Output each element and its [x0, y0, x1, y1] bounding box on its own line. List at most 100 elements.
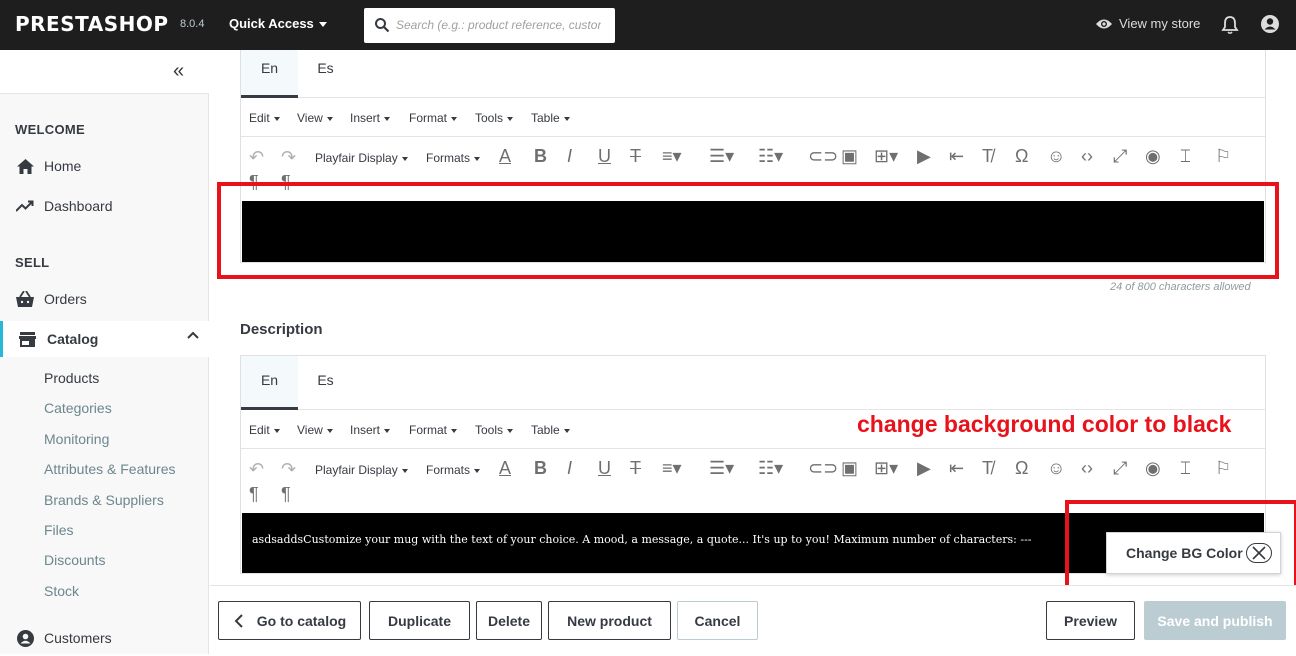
editor-menubar: Edit View Insert Format Tools Table [241, 98, 1265, 137]
preview-eye-icon[interactable]: ◉ [1145, 459, 1161, 477]
search-input[interactable] [396, 16, 601, 34]
strikethrough-icon[interactable]: T [630, 147, 641, 165]
italic-icon[interactable]: I [567, 147, 572, 165]
source-code-icon[interactable]: ‹› [1081, 147, 1093, 165]
undo-icon[interactable]: ↶ [249, 148, 264, 166]
sidebar-subitem-monitoring[interactable]: Monitoring [44, 431, 109, 447]
fullscreen-icon[interactable]: ⤢ [1113, 459, 1127, 477]
bell-icon[interactable] [1221, 15, 1239, 35]
fullscreen-icon[interactable]: ⤢ [1113, 147, 1127, 165]
quick-access-menu[interactable]: Quick Access [229, 16, 327, 31]
tab-en[interactable]: En [241, 50, 298, 98]
menu-tools[interactable]: Tools [475, 111, 514, 125]
go-to-catalog-button[interactable]: Go to catalog [218, 601, 361, 640]
special-char-icon[interactable]: Ω [1015, 147, 1028, 165]
table-icon[interactable]: ⊞▾ [874, 147, 898, 165]
sidebar-subitem-stock[interactable]: Stock [44, 583, 79, 599]
page-break-icon[interactable]: ⌶ [1180, 459, 1191, 477]
user-account-icon[interactable] [1260, 14, 1280, 34]
menu-table[interactable]: Table [531, 111, 570, 125]
sidebar-item-catalog[interactable]: Catalog [0, 321, 209, 357]
italic-icon[interactable]: I [567, 459, 572, 477]
indent-icon[interactable]: ⇤ [949, 459, 964, 477]
special-char-icon[interactable]: Ω [1015, 459, 1028, 477]
new-product-button[interactable]: New product [548, 601, 671, 640]
menu-insert[interactable]: Insert [350, 423, 391, 437]
sidebar-subitem-brands[interactable]: Brands & Suppliers [44, 492, 164, 508]
media-icon[interactable]: ▶ [917, 147, 931, 165]
menu-edit[interactable]: Edit [249, 423, 280, 437]
menu-format[interactable]: Format [409, 423, 458, 437]
link-icon[interactable]: ⊂⊃ [808, 459, 838, 477]
save-and-publish-button[interactable]: Save and publish [1144, 601, 1286, 640]
text-color-icon[interactable]: A [499, 147, 511, 165]
bookmark-icon[interactable]: ⚐ [1215, 147, 1231, 165]
strikethrough-icon[interactable]: T [630, 459, 641, 477]
bookmark-icon[interactable]: ⚐ [1215, 459, 1231, 477]
cancel-button[interactable]: Cancel [677, 601, 758, 640]
tab-en[interactable]: En [241, 356, 298, 410]
sidebar-item-home[interactable]: Home [0, 148, 209, 184]
tab-es[interactable]: Es [298, 50, 353, 98]
clear-format-icon[interactable]: T̸ [982, 147, 993, 165]
change-bg-color-button[interactable]: Change BG Color [1106, 532, 1281, 574]
sidebar-item-orders[interactable]: Orders [0, 281, 209, 317]
bold-icon[interactable]: B [534, 459, 547, 477]
font-family-select[interactable]: Playfair Display [315, 151, 408, 165]
preview-eye-icon[interactable]: ◉ [1145, 147, 1161, 165]
menu-tools[interactable]: Tools [475, 423, 514, 437]
media-icon[interactable]: ▶ [917, 459, 931, 477]
sidebar-item-dashboard[interactable]: Dashboard [0, 188, 209, 224]
ltr-icon[interactable]: ¶ [249, 485, 259, 503]
duplicate-button[interactable]: Duplicate [369, 601, 470, 640]
image-icon[interactable]: ▣ [841, 459, 858, 477]
view-store-link[interactable]: View my store [1095, 16, 1200, 31]
source-code-icon[interactable]: ‹› [1081, 459, 1093, 477]
collapse-icon[interactable]: « [173, 60, 184, 83]
sidebar-subitem-discounts[interactable]: Discounts [44, 552, 105, 568]
menu-table[interactable]: Table [531, 423, 570, 437]
underline-icon[interactable]: U [598, 459, 611, 477]
sidebar-subitem-attributes[interactable]: Attributes & Features [44, 461, 176, 477]
table-icon[interactable]: ⊞▾ [874, 459, 898, 477]
emoji-icon[interactable]: ☺ [1047, 459, 1065, 477]
page-break-icon[interactable]: ⌶ [1180, 147, 1191, 165]
menu-view[interactable]: View [297, 111, 333, 125]
bullet-list-icon[interactable]: ☷▾ [758, 147, 783, 165]
menu-view[interactable]: View [297, 423, 333, 437]
image-icon[interactable]: ▣ [841, 147, 858, 165]
formats-select[interactable]: Formats [426, 151, 481, 165]
search-box[interactable] [364, 8, 615, 43]
sidebar-item-customers[interactable]: Customers [0, 620, 209, 656]
rtl-icon[interactable]: ¶ [281, 485, 291, 503]
formats-select[interactable]: Formats [426, 463, 481, 477]
tab-es[interactable]: Es [298, 356, 353, 410]
numbered-list-icon[interactable]: ☰▾ [709, 459, 734, 477]
preview-button[interactable]: Preview [1046, 601, 1135, 640]
underline-icon[interactable]: U [598, 147, 611, 165]
clear-format-icon[interactable]: T̸ [982, 459, 993, 477]
delete-button[interactable]: Delete [476, 601, 542, 640]
align-icon[interactable]: ≡▾ [662, 459, 682, 477]
menu-edit[interactable]: Edit [249, 111, 280, 125]
redo-icon[interactable]: ↷ [281, 460, 296, 478]
sidebar-subitem-products[interactable]: Products [44, 370, 99, 386]
redo-icon[interactable]: ↷ [281, 148, 296, 166]
bullet-list-icon[interactable]: ☷▾ [758, 459, 783, 477]
menu-insert[interactable]: Insert [350, 111, 391, 125]
sidebar-subitem-categories[interactable]: Categories [44, 400, 112, 416]
indent-icon[interactable]: ⇤ [949, 147, 964, 165]
numbered-list-icon[interactable]: ☰▾ [709, 147, 734, 165]
sidebar-subitem-files[interactable]: Files [44, 522, 74, 538]
align-icon[interactable]: ≡▾ [662, 147, 682, 165]
undo-icon[interactable]: ↶ [249, 460, 264, 478]
chevron-down-icon [384, 428, 391, 433]
menu-format[interactable]: Format [409, 111, 458, 125]
emoji-icon[interactable]: ☺ [1047, 147, 1065, 165]
font-family-select[interactable]: Playfair Display [315, 463, 408, 477]
link-icon[interactable]: ⊂⊃ [808, 147, 838, 165]
prestashop-logo[interactable]: PRESTASHOP [15, 12, 169, 36]
text-color-icon[interactable]: A [499, 459, 511, 477]
close-icon[interactable] [1245, 543, 1272, 563]
bold-icon[interactable]: B [534, 147, 547, 165]
